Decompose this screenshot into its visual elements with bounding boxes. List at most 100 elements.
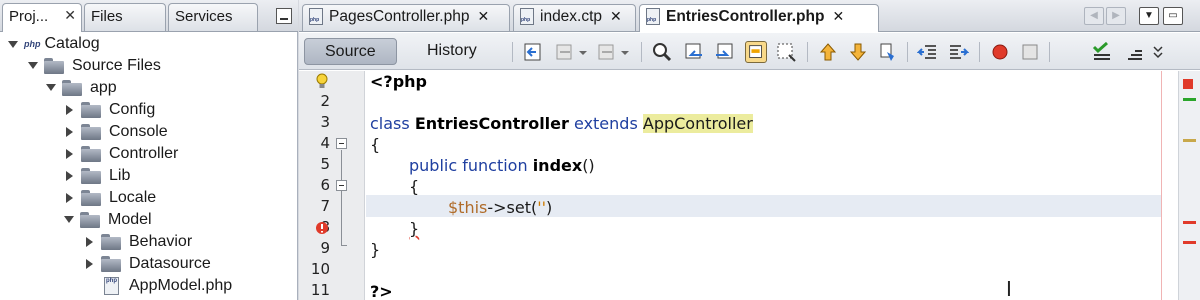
- tree-node-label: Model: [108, 211, 152, 228]
- collapse-arrow-icon[interactable]: [66, 192, 73, 203]
- error-summary-icon[interactable]: [1183, 79, 1193, 89]
- folder-icon: [81, 101, 101, 118]
- find-previous-icon[interactable]: [683, 41, 705, 63]
- error-mark[interactable]: [1183, 241, 1196, 244]
- stop-macro-recording-icon[interactable]: [1019, 41, 1041, 63]
- collapse-arrow-icon[interactable]: [86, 236, 93, 247]
- brace: }: [370, 240, 381, 259]
- toggle-highlight-search-icon[interactable]: [745, 41, 767, 63]
- editor-tab-label: index.ctp: [540, 8, 603, 25]
- source-tab[interactable]: Source: [304, 38, 397, 65]
- close-icon[interactable]: ✕: [832, 8, 844, 24]
- check-file-icon[interactable]: [1091, 41, 1113, 63]
- validate-icon[interactable]: [1123, 41, 1145, 63]
- tab-pagescontroller[interactable]: PagesController.php ✕: [302, 4, 510, 31]
- tree-node-config[interactable]: Config: [64, 99, 155, 121]
- back-icon[interactable]: [554, 41, 576, 63]
- brace: {: [370, 135, 381, 154]
- folder-icon: [44, 57, 64, 74]
- code-editor[interactable]: <?php class EntriesController extends Ap…: [366, 71, 1166, 300]
- history-tab-label: History: [427, 42, 477, 59]
- fold-collapse-icon[interactable]: [336, 180, 347, 191]
- minimize-window-icon[interactable]: [276, 8, 292, 24]
- tree-node-source-files[interactable]: Source Files: [28, 55, 161, 77]
- tree-node-app[interactable]: app: [46, 77, 117, 99]
- warning-mark[interactable]: [1183, 139, 1196, 142]
- tab-projects[interactable]: Proj... ✕: [2, 3, 82, 32]
- projects-panel: Proj... ✕ Files Services php Catalog Sour…: [0, 0, 298, 300]
- close-icon[interactable]: ✕: [64, 7, 76, 24]
- tree-node-lib[interactable]: Lib: [64, 165, 130, 187]
- chevron-down-icon[interactable]: [577, 41, 589, 63]
- tree-node-model[interactable]: Model: [64, 209, 152, 231]
- collapse-arrow-icon[interactable]: [86, 258, 93, 269]
- chevron-down-icon[interactable]: [619, 41, 631, 63]
- parens: (): [582, 156, 595, 175]
- keyword: class: [370, 114, 410, 133]
- close-icon[interactable]: ✕: [610, 8, 622, 24]
- editor-panel: PagesController.php ✕ index.ctp ✕ EntriesC…: [299, 0, 1200, 300]
- find-icon[interactable]: [651, 41, 673, 63]
- method-call: ->set(: [487, 198, 538, 217]
- code-line: class EntriesController extends AppContr…: [370, 113, 753, 134]
- collapse-arrow-icon[interactable]: [66, 126, 73, 137]
- tab-index-ctp[interactable]: index.ctp ✕: [513, 4, 636, 31]
- maximize-window-icon[interactable]: ▭: [1163, 7, 1183, 25]
- collapse-arrow-icon[interactable]: [66, 170, 73, 181]
- expand-arrow-icon[interactable]: [28, 62, 38, 70]
- class-name: EntriesController: [414, 114, 569, 133]
- shift-line-right-icon[interactable]: [947, 41, 969, 63]
- change-mark[interactable]: [1183, 98, 1196, 101]
- editor-tab-label: PagesController.php: [329, 8, 470, 25]
- start-macro-recording-icon[interactable]: [989, 41, 1011, 63]
- tree-node-datasource[interactable]: Datasource: [84, 253, 211, 275]
- next-bookmark-icon[interactable]: [847, 41, 869, 63]
- toggle-bookmark-icon[interactable]: [877, 41, 899, 63]
- editor-toolbar: Source History: [299, 33, 1200, 70]
- scroll-tabs-right-icon[interactable]: ▶: [1106, 7, 1126, 25]
- code-line: public function index(): [409, 155, 595, 176]
- tree-node-appmodel[interactable]: php AppModel.php: [104, 275, 232, 297]
- show-opened-documents-icon[interactable]: ▼: [1139, 7, 1159, 25]
- close-icon[interactable]: ✕: [477, 8, 489, 24]
- forward-icon[interactable]: [596, 41, 618, 63]
- expand-arrow-icon[interactable]: [46, 84, 56, 92]
- editor-tab-bar: PagesController.php ✕ index.ctp ✕ EntriesC…: [299, 0, 1200, 32]
- tree-node-label: app: [90, 79, 117, 96]
- shift-line-left-icon[interactable]: [917, 41, 939, 63]
- error-mark[interactable]: [1183, 221, 1196, 224]
- folder-icon: [80, 211, 100, 228]
- collapse-arrow-icon[interactable]: [66, 104, 73, 115]
- toolbar-separator: [907, 42, 908, 62]
- more-tools-icon[interactable]: [1151, 41, 1165, 63]
- tab-files[interactable]: Files: [84, 3, 166, 31]
- brace-with-error: }: [409, 219, 420, 238]
- previous-bookmark-icon[interactable]: [817, 41, 839, 63]
- find-next-icon[interactable]: [713, 41, 735, 63]
- error-badge-icon[interactable]: [315, 221, 329, 235]
- php-file-icon: [646, 8, 660, 26]
- keyword: extends: [574, 114, 638, 133]
- tab-services[interactable]: Services: [168, 3, 258, 31]
- collapse-arrow-icon[interactable]: [66, 148, 73, 159]
- tree-node-console[interactable]: Console: [64, 121, 168, 143]
- scroll-tabs-left-icon[interactable]: ◀: [1084, 7, 1104, 25]
- hint-lightbulb-icon[interactable]: [315, 73, 329, 90]
- tree-node-catalog[interactable]: php Catalog: [8, 33, 100, 55]
- expand-arrow-icon[interactable]: [64, 216, 74, 224]
- tree-node-controller[interactable]: Controller: [64, 143, 178, 165]
- tree-node-behavior[interactable]: Behavior: [84, 231, 192, 253]
- fold-guide: [341, 150, 342, 245]
- line-number: 9: [320, 239, 330, 257]
- fold-collapse-icon[interactable]: [336, 138, 347, 149]
- tab-entriescontroller[interactable]: EntriesController.php ✕: [639, 4, 879, 32]
- history-tab[interactable]: History: [407, 38, 497, 65]
- line-number: 10: [310, 260, 330, 278]
- expand-arrow-icon[interactable]: [8, 40, 18, 48]
- tree-node-label: Console: [109, 123, 168, 140]
- last-edit-icon[interactable]: [522, 41, 544, 63]
- line-number: 6: [320, 176, 330, 194]
- tab-files-label: Files: [91, 8, 123, 25]
- toggle-rectangular-selection-icon[interactable]: [775, 41, 797, 63]
- tree-node-locale[interactable]: Locale: [64, 187, 156, 209]
